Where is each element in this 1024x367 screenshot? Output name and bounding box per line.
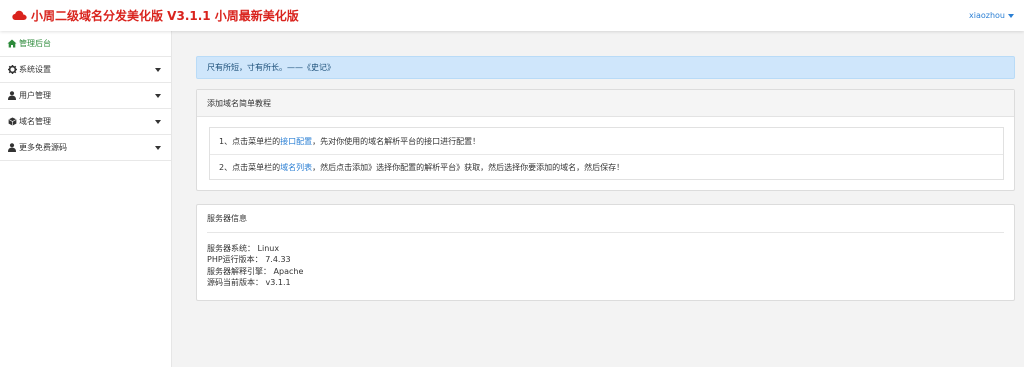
step-text: 1、点击菜单栏的 [219, 136, 281, 146]
panel-heading: 服务器信息 [207, 205, 1004, 233]
top-navbar: 小周二级域名分发美化版 V3.1.1 小周最新美化版 xiaozhou [0, 0, 1024, 31]
step-text: 2、点击菜单栏的 [219, 163, 281, 172]
sidebar-item-label: 域名管理 [19, 117, 51, 126]
source-version: 源码当前版本： v3.1.1 [207, 277, 291, 287]
api-config-link[interactable]: 接口配置 [280, 136, 312, 147]
sidebar-item-domain-management[interactable]: 域名管理 [0, 109, 171, 135]
php-version: PHP运行版本： 7.4.33 [207, 255, 291, 265]
quote-alert: 尺有所短，寸有所长。——《史记》 [196, 56, 1015, 79]
sidebar-item-label: 更多免费源码 [19, 143, 67, 152]
panel-title: 服务器信息 [207, 214, 247, 223]
server-engine: 服务器解释引擎： Apache [207, 266, 304, 276]
server-os: 服务器系统： Linux [207, 244, 280, 253]
cube-icon [7, 117, 17, 127]
username: xiaozhou [969, 11, 1005, 20]
brand[interactable]: 小周二级域名分发美化版 V3.1.1 小周最新美化版 [12, 10, 299, 22]
caret-down-icon [155, 67, 161, 72]
gear-icon [7, 65, 17, 75]
app-title: 小周二级域名分发美化版 V3.1.1 小周最新美化版 [31, 8, 299, 23]
user-icon [7, 143, 17, 153]
domain-list-link[interactable]: 域名列表 [280, 162, 312, 173]
tutorial-panel: 添加域名简单教程 1、点击菜单栏的 接口配置 ，先对你使用的域名解析平台的接口进行配… [196, 89, 1015, 191]
server-info-list: 服务器系统： Linux PHP运行版本： 7.4.33 服务器解释引擎： Ap… [197, 233, 1014, 288]
sidebar-item-system-settings[interactable]: 系统设置 [0, 57, 171, 83]
step-text: ，然后点击添加》选择你配置的解析平台》获取，然后选择你要添加的域名，然后保存！ [312, 163, 625, 172]
sidebar-item-label: 系统设置 [19, 65, 51, 74]
alert-text: 尺有所短，寸有所长。——《史记》 [207, 63, 335, 72]
sidebar-item-user-management[interactable]: 用户管理 [0, 83, 171, 109]
main-content: 尺有所短，寸有所长。——《史记》 添加域名简单教程 1、点击菜单栏的 接口配置 ，先… [172, 31, 1024, 367]
tutorial-steps: 1、点击菜单栏的 接口配置 ，先对你使用的域名解析平台的接口进行配置！ 2、点击菜单… [209, 127, 1004, 180]
caret-down-icon [1008, 13, 1014, 18]
cloud-icon [12, 10, 27, 20]
user-icon [7, 91, 17, 101]
sidebar-item-dashboard[interactable]: 管理后台 [0, 31, 171, 57]
caret-down-icon [155, 119, 161, 124]
home-icon [7, 39, 17, 49]
sidebar-item-label: 用户管理 [19, 91, 51, 100]
step-text: ，先对你使用的域名解析平台的接口进行配置！ [312, 136, 481, 146]
panel-title: 添加域名简单教程 [207, 98, 271, 108]
panel-heading: 添加域名简单教程 [197, 90, 1014, 117]
list-item: 1、点击菜单栏的 接口配置 ，先对你使用的域名解析平台的接口进行配置！ [210, 128, 1003, 154]
user-menu[interactable]: xiaozhou [969, 11, 1014, 20]
list-item: 2、点击菜单栏的 域名列表 ，然后点击添加》选择你配置的解析平台》获取，然后选择你要… [210, 154, 1003, 180]
caret-down-icon [155, 145, 161, 150]
sidebar: 管理后台 系统设置 用户管理 域名管理 更多免费源码 [0, 31, 172, 367]
sidebar-item-more-free-source[interactable]: 更多免费源码 [0, 135, 171, 161]
caret-down-icon [155, 93, 161, 98]
sidebar-item-label: 管理后台 [19, 39, 51, 48]
server-info-panel: 服务器信息 服务器系统： Linux PHP运行版本： 7.4.33 服务器解释… [196, 204, 1015, 301]
